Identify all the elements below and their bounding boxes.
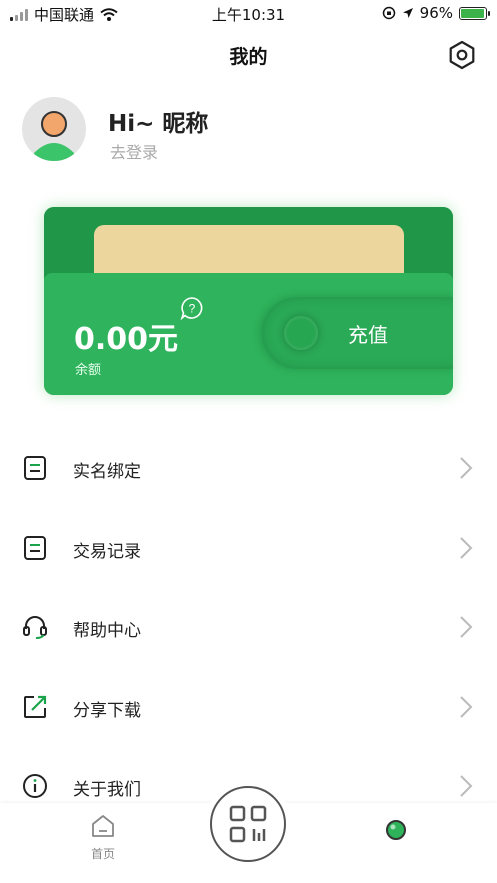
status-bar: 中国联通 上午10:31 96% — [0, 0, 497, 28]
tab-mine-icon[interactable] — [383, 817, 409, 843]
location-arrow-icon — [402, 8, 413, 18]
recharge-label: 充值 — [348, 323, 388, 347]
document-icon — [24, 456, 46, 480]
tab-home-label: 首页 — [90, 847, 115, 861]
wallet-card: 0.00元 余额 ? 充值 — [44, 207, 453, 395]
share-icon — [24, 695, 47, 718]
menu-item-transactions[interactable]: 交易记录 — [0, 508, 497, 588]
menu-item-share[interactable]: 分享下载 — [0, 667, 497, 747]
scan-qr-button[interactable] — [210, 786, 286, 862]
menu-label: 分享下载 — [73, 700, 141, 721]
info-icon — [23, 774, 47, 798]
page-title: 我的 — [229, 46, 268, 68]
chevron-right-icon — [460, 616, 473, 638]
battery-icon — [459, 6, 490, 20]
menu-label: 实名绑定 — [73, 462, 141, 482]
home-icon — [92, 815, 114, 837]
headset-icon — [23, 616, 47, 639]
qr-code-icon — [229, 805, 267, 843]
login-link[interactable]: 去登录 — [110, 139, 158, 163]
menu-label: 交易记录 — [73, 541, 141, 562]
chevron-right-icon — [460, 536, 473, 559]
menu-label: 帮助中心 — [73, 621, 141, 641]
tab-home[interactable]: 首页 — [80, 813, 126, 863]
menu-item-help[interactable]: 帮助中心 — [0, 587, 497, 667]
chevron-right-icon — [460, 695, 473, 718]
avatar-person-icon — [34, 111, 74, 161]
status-right: 96% — [382, 4, 490, 22]
recharge-knob — [284, 316, 318, 350]
orientation-lock-icon — [382, 6, 395, 20]
balance-label: 余额 — [75, 363, 102, 378]
menu-label: 关于我们 — [73, 780, 141, 800]
chevron-right-icon — [460, 775, 473, 797]
user-nickname: Hi~ 昵称 — [108, 111, 209, 137]
chevron-right-icon — [460, 457, 473, 479]
menu-list: 实名绑定 交易记录 帮助中心 分享下载 关于我们 — [0, 428, 497, 826]
avatar[interactable] — [22, 97, 86, 161]
svg-text:?: ? — [189, 302, 196, 316]
recharge-button[interactable]: 充值 — [262, 297, 453, 369]
menu-item-real-name[interactable]: 实名绑定 — [0, 428, 497, 508]
settings-icon[interactable] — [447, 40, 477, 70]
document-icon — [24, 535, 46, 560]
battery-percent: 96% — [419, 4, 453, 22]
balance-amount: 0.00元 — [74, 322, 179, 357]
question-bubble-icon[interactable]: ? — [180, 296, 204, 320]
